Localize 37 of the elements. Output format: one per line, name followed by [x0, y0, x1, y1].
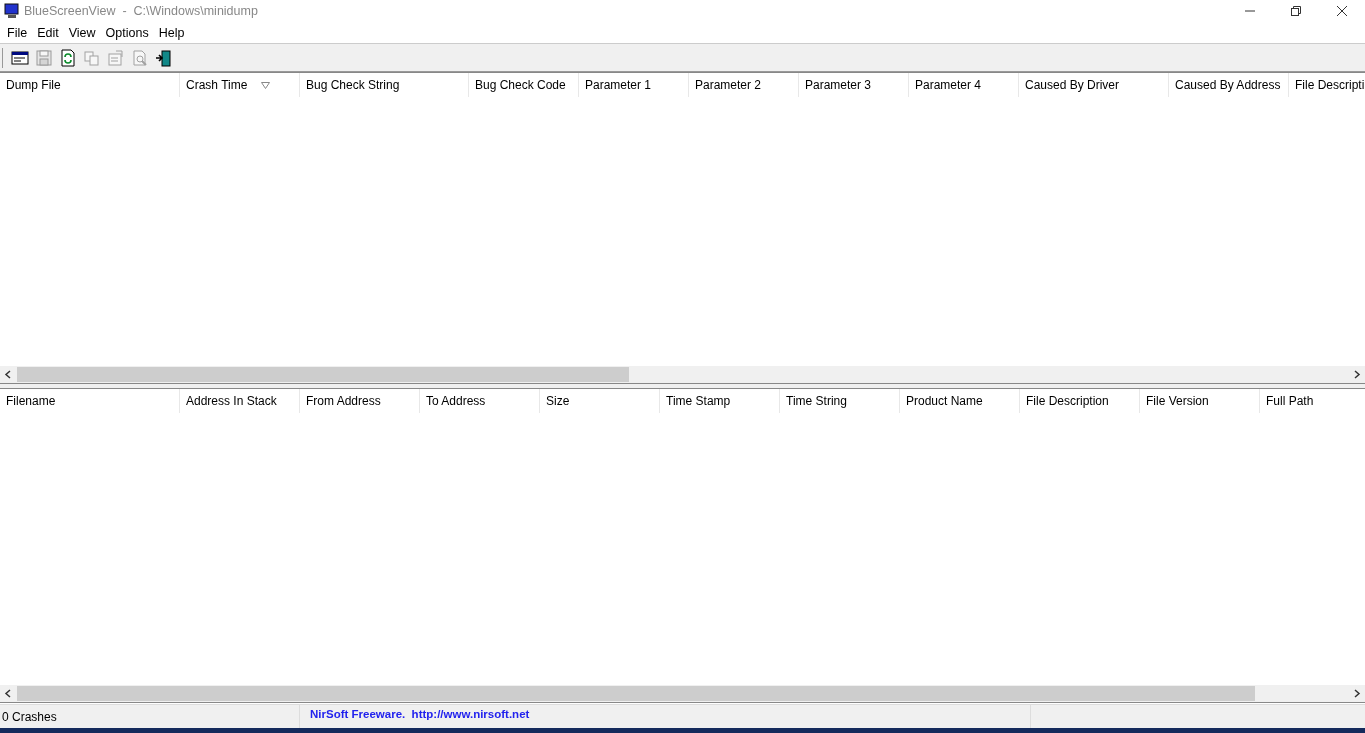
horizontal-scrollbar[interactable]	[0, 366, 1365, 384]
menu-item[interactable]: Edit	[32, 25, 64, 40]
column-header[interactable]: Time Stamp	[660, 389, 780, 413]
column-header[interactable]: File Descripti	[1289, 73, 1365, 97]
column-header[interactable]: Product Name	[900, 389, 1020, 413]
window-icon[interactable]	[11, 48, 29, 67]
column-header[interactable]: From Address	[300, 389, 420, 413]
column-header[interactable]: Parameter 2	[689, 73, 799, 97]
column-header[interactable]: File Description	[1020, 389, 1140, 413]
column-header[interactable]: Address In Stack	[180, 389, 300, 413]
horizontal-scrollbar[interactable]	[0, 685, 1365, 703]
window-title: BlueScreenView - C:\Windows\minidump	[24, 4, 258, 18]
column-header[interactable]: Bug Check Code	[469, 73, 579, 97]
restore-icon[interactable]	[1290, 5, 1302, 17]
column-header[interactable]: Caused By Driver	[1019, 73, 1169, 97]
column-header[interactable]: Caused By Address	[1169, 73, 1289, 97]
sort-arrow-icon	[261, 81, 271, 89]
column-header[interactable]: Filename	[0, 389, 180, 413]
column-header[interactable]: Parameter 4	[909, 73, 1019, 97]
column-header[interactable]: Dump File	[0, 73, 180, 97]
column-header[interactable]: Size	[540, 389, 660, 413]
close-icon[interactable]	[1336, 5, 1348, 17]
column-header[interactable]: To Address	[420, 389, 540, 413]
menu-item[interactable]: Options	[100, 25, 154, 40]
menu-item[interactable]: File	[2, 25, 33, 40]
menu-item[interactable]: Help	[153, 25, 190, 40]
column-header[interactable]: Crash Time	[180, 73, 300, 97]
column-header[interactable]: Time String	[780, 389, 900, 413]
menu-item[interactable]: View	[63, 25, 101, 40]
column-header[interactable]: Bug Check String	[300, 73, 469, 97]
column-header[interactable]: File Version	[1140, 389, 1260, 413]
column-header[interactable]: Parameter 1	[579, 73, 689, 97]
refresh-icon[interactable]	[59, 48, 77, 67]
column-header[interactable]: Parameter 3	[799, 73, 909, 97]
exit-door-icon[interactable]	[155, 48, 173, 67]
column-header[interactable]: Full Path	[1260, 389, 1365, 413]
app-monitor-icon	[4, 3, 20, 19]
